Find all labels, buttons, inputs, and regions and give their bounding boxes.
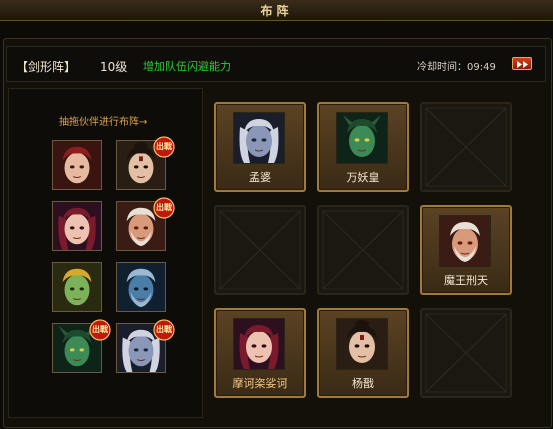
deployed-badge: 出戰: [152, 136, 176, 158]
slot-character-name: 万妖皇: [346, 171, 380, 184]
drag-hint: 抽拖伙伴进行布阵→: [59, 117, 148, 128]
formation-level: 10级: [100, 60, 128, 74]
partner-portrait[interactable]: [52, 262, 102, 312]
formation-slot[interactable]: 孟婆: [214, 102, 306, 192]
formation-slot-empty[interactable]: [317, 205, 409, 295]
slot-character-name: 孟婆: [249, 171, 271, 184]
deployed-badge-label: 出戰: [156, 203, 172, 212]
slot-face-icon: [234, 113, 284, 163]
slot-face-icon: [234, 319, 284, 369]
fast-forward-icon: [517, 61, 528, 68]
title-bar: 布阵: [0, 0, 553, 21]
empty-slot-cross-icon: [219, 210, 301, 290]
formation-slot[interactable]: 魔王刑天: [420, 205, 512, 295]
formation-slot-empty[interactable]: [214, 205, 306, 295]
empty-slot-cross-icon: [425, 313, 507, 393]
slot-portrait: [233, 112, 285, 164]
slot-face-icon: [440, 216, 490, 266]
formation-name: 【剑形阵】: [16, 60, 77, 74]
slot-portrait: [336, 112, 388, 164]
formation-slot-empty[interactable]: [420, 102, 512, 192]
formation-slot[interactable]: 摩诃栥娑诃: [214, 308, 306, 398]
deployed-badge: 出戰: [152, 197, 176, 219]
empty-slot-cross-icon: [425, 107, 507, 187]
slot-face-icon: [337, 113, 387, 163]
formation-effect: 增加队伍闪避能力: [143, 60, 231, 73]
deployed-badge-label: 出戰: [156, 142, 172, 151]
partner-portrait[interactable]: [52, 140, 102, 190]
partner-face-icon: [117, 263, 165, 311]
slot-portrait: [233, 318, 285, 370]
formation-slot[interactable]: 杨戬: [317, 308, 409, 398]
deployed-badge-label: 出戰: [92, 325, 108, 334]
deployed-badge: 出戰: [152, 319, 176, 341]
partner-face-icon: [53, 202, 101, 250]
speed-up-button[interactable]: [512, 57, 532, 70]
window-title: 布阵: [260, 4, 293, 18]
partner-portrait[interactable]: [52, 201, 102, 251]
slot-character-name: 杨戬: [352, 377, 374, 390]
partner-face-icon: [53, 263, 101, 311]
empty-slot-cross-icon: [322, 210, 404, 290]
formation-slot-empty[interactable]: [420, 308, 512, 398]
deployed-badge: 出戰: [88, 319, 112, 341]
slot-face-icon: [337, 319, 387, 369]
deployed-badge-label: 出戰: [156, 325, 172, 334]
slot-character-name: 魔王刑天: [444, 274, 488, 287]
slot-character-name: 摩诃栥娑诃: [232, 377, 288, 390]
partner-face-icon: [53, 141, 101, 189]
formation-slot[interactable]: 万妖皇: [317, 102, 409, 192]
partner-portrait[interactable]: [116, 262, 166, 312]
cooldown-timer: 冷却时间：09:49: [417, 62, 496, 73]
slot-portrait: [336, 318, 388, 370]
slot-portrait: [439, 215, 491, 267]
